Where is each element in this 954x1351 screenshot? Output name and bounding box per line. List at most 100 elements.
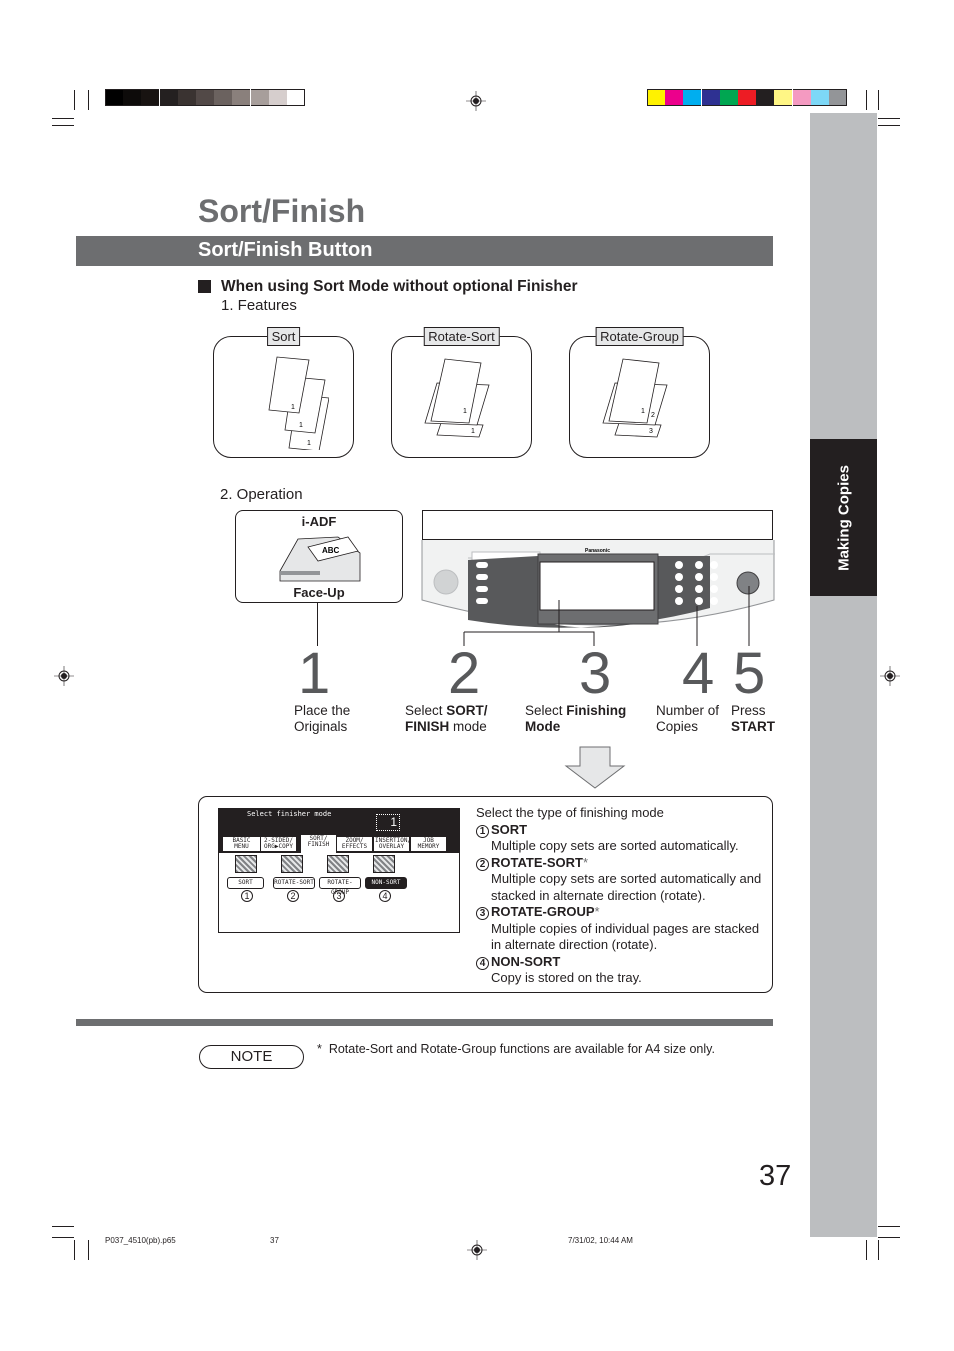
lcd-mode-button[interactable]: ROTATE-SORT: [273, 877, 315, 889]
lcd-copy-count: 1: [376, 814, 400, 831]
divider: [76, 1019, 773, 1026]
color-swatch: [647, 89, 665, 106]
step-caption-bold: Finishing: [566, 703, 627, 718]
control-panel-illustration: Panasonic: [421, 540, 775, 646]
step-number: 2: [448, 641, 481, 706]
asterisk-mark: *: [594, 904, 600, 919]
adf-sublabel: Face-Up: [293, 585, 345, 600]
feature-sort: Sort 1 1 1: [213, 327, 354, 458]
circled-number: 3: [476, 907, 489, 920]
crop-mark: [878, 118, 900, 119]
lcd-mode-button[interactable]: SORT: [227, 877, 264, 889]
description-line: Multiple copy sets are sorted automatica…: [491, 871, 762, 886]
crop-mark: [88, 1240, 89, 1260]
rotate-group-stack-icon: 12 3: [602, 358, 668, 438]
footer-file: P037_4510(pb).p65: [105, 1236, 176, 1245]
color-swatch: [792, 89, 811, 106]
page-number: 37: [759, 1160, 792, 1192]
crop-mark: [52, 1237, 74, 1238]
circled-number: 1: [476, 824, 489, 838]
registration-mark-icon: [54, 666, 74, 686]
gray-swatch: [268, 89, 287, 106]
step-caption-bold: START: [731, 719, 775, 734]
color-swatch: [719, 89, 738, 106]
step-caption-bold: Mode: [525, 719, 561, 734]
step-caption-text: mode: [449, 719, 487, 734]
description-line: in alternate direction (rotate).: [491, 937, 658, 952]
lcd-tab[interactable]: ZOOM/ EFFECTS: [337, 837, 372, 851]
lcd-tab[interactable]: 2-SIDED/ ORG▶COPY: [261, 837, 296, 851]
feature-rotate-group: Rotate-Group 12 3: [569, 327, 710, 458]
gray-swatch: [196, 89, 214, 106]
crop-mark: [866, 1240, 867, 1260]
footer-timestamp: 7/31/02, 10:44 AM: [568, 1236, 633, 1245]
lcd-tab[interactable]: JOB MEMORY: [411, 837, 446, 851]
color-swatch: [683, 89, 702, 106]
panel-brand: Panasonic: [585, 548, 610, 554]
description-line: stacked in alternate direction (rotate).: [491, 887, 706, 903]
lcd-prompt: Select finisher mode: [247, 810, 332, 818]
description-item-title: 2 ROTATE-SORT*: [476, 855, 588, 871]
svg-text:1: 1: [641, 408, 645, 415]
finishing-mode-icon: [327, 855, 349, 873]
gray-swatch: [105, 89, 123, 106]
step-caption-text: Copies: [656, 719, 699, 734]
registration-mark-icon: [466, 91, 486, 111]
description-line: Copy is stored on the tray.: [491, 970, 642, 985]
gray-swatch: [232, 89, 251, 106]
step-caption-text: Place the: [294, 703, 351, 718]
step-caption-bold: FINISH: [405, 719, 450, 734]
feature-label: Rotate-Sort: [423, 327, 500, 346]
crop-mark: [878, 90, 879, 110]
crop-mark: [878, 1240, 879, 1260]
crop-mark: [74, 90, 75, 110]
operation-label: 2. Operation: [220, 486, 303, 503]
color-swatch: [829, 89, 847, 106]
description-line: Multiple copy sets are sorted automatica…: [491, 838, 739, 853]
gray-swatch: [250, 89, 269, 106]
feature-label: Rotate-Group: [595, 327, 684, 346]
lcd-mode-button[interactable]: NON-SORT: [365, 877, 407, 889]
gray-swatch: [159, 89, 178, 106]
crop-mark: [878, 1237, 900, 1238]
gray-swatch: [141, 89, 160, 106]
crop-mark: [878, 125, 900, 126]
svg-text:1: 1: [299, 422, 303, 429]
section-banner-title: Sort/Finish Button: [198, 239, 373, 261]
asterisk-mark: *: [582, 854, 589, 870]
step-caption-text: Originals: [294, 719, 348, 734]
lcd-mode-number: 2: [287, 890, 299, 902]
svg-text:1: 1: [471, 428, 475, 435]
circled-number: 4: [476, 956, 489, 970]
step-caption: Number of Copies: [656, 703, 719, 735]
square-bullet-icon: [198, 280, 211, 293]
side-tab-label: Making Copies: [835, 464, 852, 571]
svg-text:1: 1: [463, 408, 467, 415]
note-text: * Rotate-Sort and Rotate-Group functions…: [317, 1042, 715, 1056]
lcd-tab[interactable]: INSERTION/ OVERLAY: [374, 837, 411, 851]
crop-mark: [52, 125, 74, 126]
svg-text:1: 1: [307, 440, 311, 447]
description-item-title: 1 SORT: [476, 822, 527, 838]
color-swatch: [756, 89, 775, 106]
page-title: Sort/Finish: [198, 193, 366, 229]
svg-text:2: 2: [651, 412, 655, 419]
crop-mark: [88, 90, 89, 110]
step-number: 1: [298, 641, 331, 706]
panel-top-cover: [422, 510, 773, 540]
step-caption-bold: SORT/: [446, 703, 488, 718]
step-number: 3: [579, 641, 612, 706]
note-body: Rotate-Sort and Rotate-Group functions a…: [328, 1042, 715, 1056]
crop-mark: [52, 118, 74, 119]
subheading: When using Sort Mode without optional Fi…: [221, 278, 578, 295]
step-caption: Select Finishing Mode: [525, 703, 626, 735]
color-swatch: [774, 89, 793, 106]
features-label: 1. Features: [221, 297, 297, 314]
crop-mark: [866, 90, 867, 110]
rotate-sort-stack-icon: 11: [424, 358, 490, 438]
step-caption: Select SORT/FINISH mode: [405, 703, 488, 735]
lcd-mode-button[interactable]: ROTATE-GROUP: [319, 877, 361, 896]
lcd-tab[interactable]: SORT/ FINISH: [301, 835, 336, 853]
color-swatch: [701, 89, 720, 106]
lcd-tab[interactable]: BASIC MENU: [223, 837, 260, 851]
